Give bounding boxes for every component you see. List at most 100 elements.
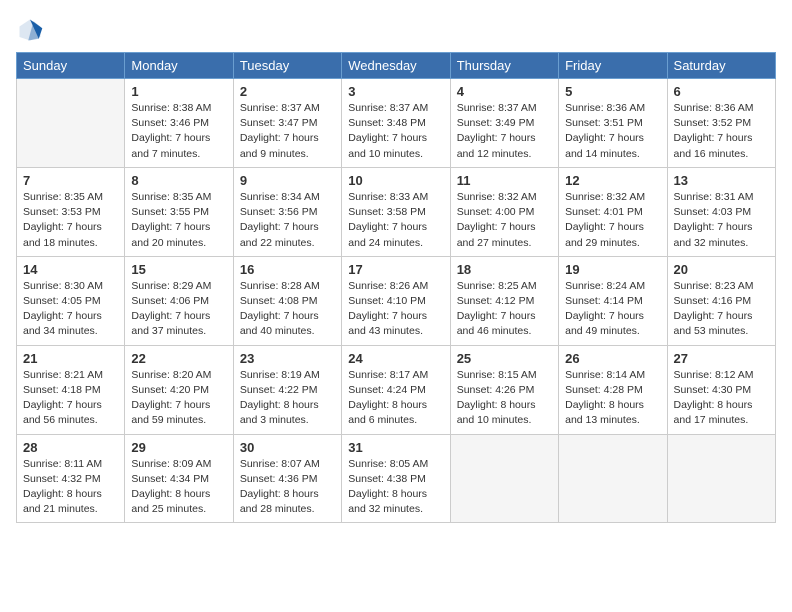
week-row-4: 21Sunrise: 8:21 AMSunset: 4:18 PMDayligh… — [17, 345, 776, 434]
day-info: Sunrise: 8:35 AMSunset: 3:55 PMDaylight:… — [131, 190, 226, 251]
day-cell — [450, 434, 558, 523]
day-cell: 26 Sunrise: 8:14 AMSunset: 4:28 PMDayligh… — [559, 345, 667, 434]
day-number: 11 — [457, 173, 552, 188]
day-cell: 14 Sunrise: 8:30 AMSunset: 4:05 PMDayligh… — [17, 256, 125, 345]
day-cell: 18Sunrise: 8:25 AMSunset: 4:12 PMDayligh… — [450, 256, 558, 345]
day-cell: 12 Sunrise: 8:32 AMSunset: 4:01 PMDayligh… — [559, 167, 667, 256]
day-info: Sunrise: 8:11 AMSunset: 4:32 PMDaylight:… — [23, 457, 118, 518]
day-info: Sunrise: 8:17 AMSunset: 4:24 PMDaylight:… — [348, 368, 443, 429]
week-row-2: 7 Sunrise: 8:35 AMSunset: 3:53 PMDaylight… — [17, 167, 776, 256]
day-cell: 21Sunrise: 8:21 AMSunset: 4:18 PMDayligh… — [17, 345, 125, 434]
day-info: Sunrise: 8:24 AMSunset: 4:14 PMDaylight:… — [565, 279, 660, 340]
day-number: 20 — [674, 262, 769, 277]
day-number: 26 — [565, 351, 660, 366]
day-info: Sunrise: 8:38 AMSunset: 3:46 PMDaylight:… — [131, 101, 226, 162]
day-cell: 13 Sunrise: 8:31 AMSunset: 4:03 PMDayligh… — [667, 167, 775, 256]
day-number: 25 — [457, 351, 552, 366]
day-info: Sunrise: 8:30 AMSunset: 4:05 PMDaylight:… — [23, 279, 118, 340]
day-cell: 28 Sunrise: 8:11 AMSunset: 4:32 PMDayligh… — [17, 434, 125, 523]
day-number: 7 — [23, 173, 118, 188]
day-number: 10 — [348, 173, 443, 188]
day-cell: 3Sunrise: 8:37 AMSunset: 3:48 PMDaylight… — [342, 79, 450, 168]
day-cell: 27 Sunrise: 8:12 AMSunset: 4:30 PMDayligh… — [667, 345, 775, 434]
day-cell: 2 Sunrise: 8:37 AMSunset: 3:47 PMDaylight… — [233, 79, 341, 168]
day-number: 22 — [131, 351, 226, 366]
day-cell: 5 Sunrise: 8:36 AMSunset: 3:51 PMDaylight… — [559, 79, 667, 168]
day-info: Sunrise: 8:36 AMSunset: 3:51 PMDaylight:… — [565, 101, 660, 162]
day-number: 28 — [23, 440, 118, 455]
day-header-tuesday: Tuesday — [233, 53, 341, 79]
day-header-monday: Monday — [125, 53, 233, 79]
day-info: Sunrise: 8:09 AMSunset: 4:34 PMDaylight:… — [131, 457, 226, 518]
day-cell: 8Sunrise: 8:35 AMSunset: 3:55 PMDaylight… — [125, 167, 233, 256]
day-cell — [17, 79, 125, 168]
day-number: 24 — [348, 351, 443, 366]
day-cell: 16 Sunrise: 8:28 AMSunset: 4:08 PMDayligh… — [233, 256, 341, 345]
day-info: Sunrise: 8:29 AMSunset: 4:06 PMDaylight:… — [131, 279, 226, 340]
logo-icon — [16, 16, 44, 44]
day-cell: 4 Sunrise: 8:37 AMSunset: 3:49 PMDaylight… — [450, 79, 558, 168]
logo — [16, 16, 48, 44]
day-cell — [667, 434, 775, 523]
day-cell: 29Sunrise: 8:09 AMSunset: 4:34 PMDayligh… — [125, 434, 233, 523]
day-info: Sunrise: 8:26 AMSunset: 4:10 PMDaylight:… — [348, 279, 443, 340]
day-number: 14 — [23, 262, 118, 277]
week-row-3: 14 Sunrise: 8:30 AMSunset: 4:05 PMDayligh… — [17, 256, 776, 345]
day-cell: 30 Sunrise: 8:07 AMSunset: 4:36 PMDayligh… — [233, 434, 341, 523]
day-cell: 17 Sunrise: 8:26 AMSunset: 4:10 PMDayligh… — [342, 256, 450, 345]
day-cell: 31 Sunrise: 8:05 AMSunset: 4:38 PMDayligh… — [342, 434, 450, 523]
day-info: Sunrise: 8:19 AMSunset: 4:22 PMDaylight:… — [240, 368, 335, 429]
day-info: Sunrise: 8:14 AMSunset: 4:28 PMDaylight:… — [565, 368, 660, 429]
day-number: 16 — [240, 262, 335, 277]
day-info: Sunrise: 8:15 AMSunset: 4:26 PMDaylight:… — [457, 368, 552, 429]
day-info: Sunrise: 8:37 AMSunset: 3:49 PMDaylight:… — [457, 101, 552, 162]
day-info: Sunrise: 8:32 AMSunset: 4:01 PMDaylight:… — [565, 190, 660, 251]
day-info: Sunrise: 8:28 AMSunset: 4:08 PMDaylight:… — [240, 279, 335, 340]
day-info: Sunrise: 8:37 AMSunset: 3:47 PMDaylight:… — [240, 101, 335, 162]
day-number: 4 — [457, 84, 552, 99]
day-cell — [559, 434, 667, 523]
day-number: 30 — [240, 440, 335, 455]
day-info: Sunrise: 8:05 AMSunset: 4:38 PMDaylight:… — [348, 457, 443, 518]
day-cell: 1 Sunrise: 8:38 AMSunset: 3:46 PMDaylight… — [125, 79, 233, 168]
day-info: Sunrise: 8:23 AMSunset: 4:16 PMDaylight:… — [674, 279, 769, 340]
day-info: Sunrise: 8:37 AMSunset: 3:48 PMDaylight:… — [348, 101, 443, 162]
day-number: 5 — [565, 84, 660, 99]
day-info: Sunrise: 8:35 AMSunset: 3:53 PMDaylight:… — [23, 190, 118, 251]
day-number: 27 — [674, 351, 769, 366]
day-cell: 7 Sunrise: 8:35 AMSunset: 3:53 PMDaylight… — [17, 167, 125, 256]
week-row-5: 28 Sunrise: 8:11 AMSunset: 4:32 PMDayligh… — [17, 434, 776, 523]
day-info: Sunrise: 8:34 AMSunset: 3:56 PMDaylight:… — [240, 190, 335, 251]
day-header-friday: Friday — [559, 53, 667, 79]
day-number: 21 — [23, 351, 118, 366]
day-cell: 19Sunrise: 8:24 AMSunset: 4:14 PMDayligh… — [559, 256, 667, 345]
day-info: Sunrise: 8:07 AMSunset: 4:36 PMDaylight:… — [240, 457, 335, 518]
day-info: Sunrise: 8:32 AMSunset: 4:00 PMDaylight:… — [457, 190, 552, 251]
day-cell: 20 Sunrise: 8:23 AMSunset: 4:16 PMDayligh… — [667, 256, 775, 345]
day-cell: 11 Sunrise: 8:32 AMSunset: 4:00 PMDayligh… — [450, 167, 558, 256]
day-info: Sunrise: 8:31 AMSunset: 4:03 PMDaylight:… — [674, 190, 769, 251]
day-number: 13 — [674, 173, 769, 188]
calendar-table: SundayMondayTuesdayWednesdayThursdayFrid… — [16, 52, 776, 523]
header-row: SundayMondayTuesdayWednesdayThursdayFrid… — [17, 53, 776, 79]
day-number: 1 — [131, 84, 226, 99]
week-row-1: 1 Sunrise: 8:38 AMSunset: 3:46 PMDaylight… — [17, 79, 776, 168]
day-number: 23 — [240, 351, 335, 366]
day-info: Sunrise: 8:12 AMSunset: 4:30 PMDaylight:… — [674, 368, 769, 429]
day-number: 17 — [348, 262, 443, 277]
day-number: 2 — [240, 84, 335, 99]
day-cell: 22Sunrise: 8:20 AMSunset: 4:20 PMDayligh… — [125, 345, 233, 434]
day-cell: 25 Sunrise: 8:15 AMSunset: 4:26 PMDayligh… — [450, 345, 558, 434]
day-number: 31 — [348, 440, 443, 455]
day-cell: 6Sunrise: 8:36 AMSunset: 3:52 PMDaylight… — [667, 79, 775, 168]
day-number: 6 — [674, 84, 769, 99]
day-cell: 9Sunrise: 8:34 AMSunset: 3:56 PMDaylight… — [233, 167, 341, 256]
day-header-wednesday: Wednesday — [342, 53, 450, 79]
day-cell: 24 Sunrise: 8:17 AMSunset: 4:24 PMDayligh… — [342, 345, 450, 434]
page-header — [16, 16, 776, 44]
day-cell: 23 Sunrise: 8:19 AMSunset: 4:22 PMDayligh… — [233, 345, 341, 434]
day-number: 12 — [565, 173, 660, 188]
day-cell: 15Sunrise: 8:29 AMSunset: 4:06 PMDayligh… — [125, 256, 233, 345]
day-number: 18 — [457, 262, 552, 277]
day-header-thursday: Thursday — [450, 53, 558, 79]
